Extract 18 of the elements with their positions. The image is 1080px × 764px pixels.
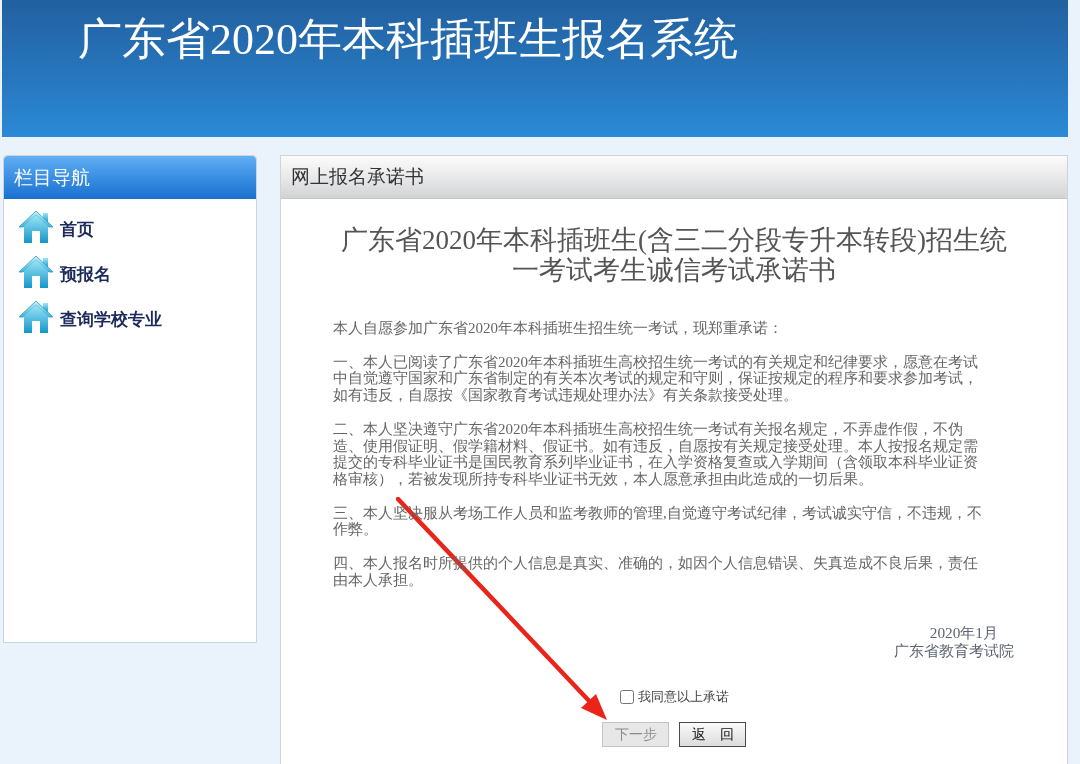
house-icon (18, 300, 54, 334)
site-title: 广东省2020年本科插班生报名系统 (78, 14, 738, 66)
document-paragraph: 一、本人已阅读了广东省2020年本科插班生高校招生统一考试的有关规定和纪律要求，愿意在考试中自觉遵守国家和广东省制定的有关本次考试的规定和守则，保证按规定的程序和要求参加考试，如有违反，自愿按《国家教育考试违规处理办法》有关条款接受处理。 (333, 353, 979, 404)
panel-title: 网上报名承诺书 (291, 165, 424, 189)
sidebar-title: 栏目导航 (14, 164, 90, 190)
nav-link[interactable]: 查询学校专业 (18, 300, 162, 334)
document-title: 广东省2020年本科插班生(含三二分段专升本转段)招生统一考试考生诚信考试承诺书 (340, 225, 1008, 285)
document-paragraph: 二、本人坚决遵守广东省2020年本科插班生高校招生统一考试有关报名规定，不弄虚作假，不伪造、使用假证明、假学籍材料、假证书。如有违反，自愿按有关规定接受处理。本人按报名规定需提交的专科毕业证书是国民教育系列毕业证书，在入学资格复查或入学期间（含领取本科毕业证资格审核），若被发现所持专科毕业证书无效，本人愿意承担由此造成的一切后果。 (333, 420, 979, 488)
agree-label: 我同意以上承诺 (637, 688, 729, 707)
signature-issuer: 广东省教育考试院 (894, 642, 1014, 661)
form-button[interactable]: 返 回 (679, 722, 746, 748)
nav-link[interactable]: 预报名 (18, 255, 111, 289)
house-icon (18, 255, 54, 289)
house-icon (18, 210, 54, 244)
nav-link[interactable]: 首页 (18, 210, 94, 244)
agree-checkbox[interactable] (619, 690, 634, 705)
document-paragraph: 本人自愿参加广东省2020年本科插班生招生统一考试，现郑重承诺： (333, 320, 784, 337)
signature-date: 2020年1月 (929, 624, 998, 643)
